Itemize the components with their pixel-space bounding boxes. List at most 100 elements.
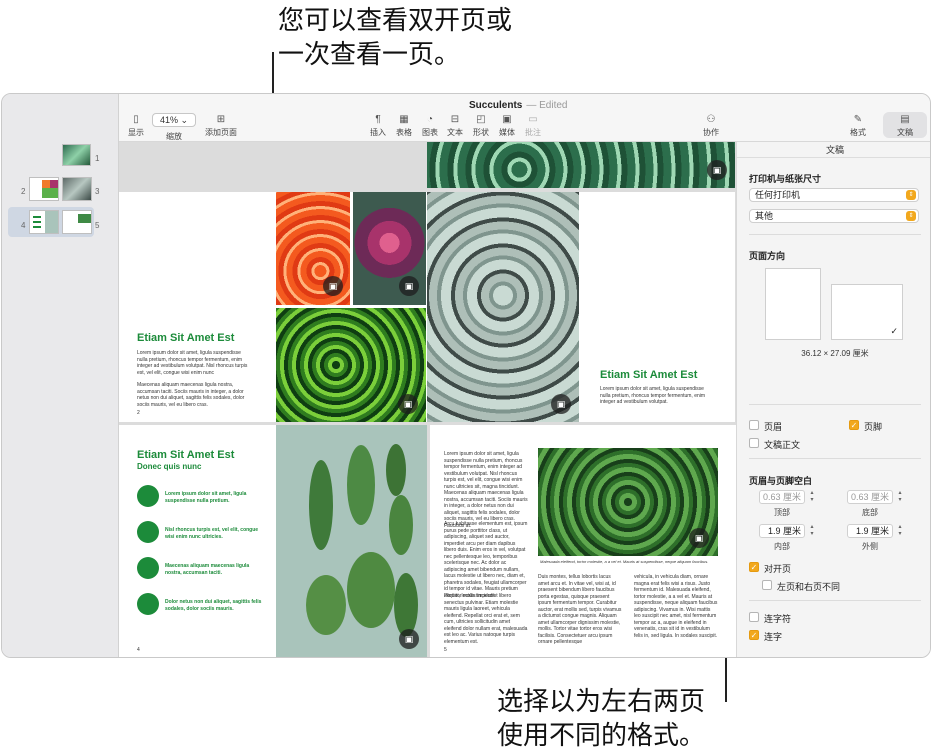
bottom-margin-stepper[interactable]: ▴ ▾ [896,490,904,504]
document-body-label: 文稿正文 [764,440,801,450]
paper-size-select[interactable]: 其他 ⇕ [749,209,919,223]
callout-top-text: 您可以查看双开页或 一次查看一页。 [278,6,513,70]
format-button[interactable]: ✎ 格式 [847,114,869,138]
add-page-button[interactable]: ⊞ 添加页面 [201,114,241,138]
thumbnail-page-2[interactable] [29,177,59,201]
table-icon: ▦ [399,114,409,125]
orientation-section-title: 页面方向 [749,251,786,261]
document-title: Succulents — Edited [469,100,568,111]
bottom-margin-field[interactable]: 0.63 厘米 [847,490,893,504]
document-name: Succulents [469,100,523,111]
table-button[interactable]: ▦ 表格 [394,114,414,138]
chart-button[interactable]: ◔ 图表 [420,114,440,138]
edited-status: — Edited [526,100,568,111]
landscape-orientation-option[interactable]: ✓ [831,284,903,340]
outside-margin-stepper[interactable]: ▴ ▾ [896,524,904,538]
leaf-photo-top [427,142,735,188]
page-5[interactable]: Lorem ipsum dolor sit amet, ligula suspe… [430,425,736,657]
inside-margin-field[interactable]: 1.9 厘米 [759,524,805,538]
zoom-label: 缩放 [166,132,182,141]
different-left-right-checkbox[interactable] [762,580,772,590]
document-body-checkbox[interactable] [749,438,759,448]
page-5-col1-a: Lorem ipsum dolor sit amet, ligula suspe… [444,451,528,529]
footer-checkbox[interactable]: ✓ [849,420,859,430]
document-button[interactable]: ▤ 文稿 [894,114,916,138]
text-button[interactable]: ⊟ 文本 [445,114,465,138]
thumbnail-page-5[interactable] [62,210,92,234]
purple-cabbage-photo: ▣ [353,192,426,305]
hyphenation-checkbox[interactable] [749,612,759,622]
shape-label: 形状 [473,128,489,137]
thumbnail-page-4[interactable] [29,210,59,234]
text-label: 文本 [447,128,463,137]
facing-pages-label: 对开页 [764,564,792,574]
page-5-col1-c: Porttitor mollis imperdiet libero senect… [444,593,528,645]
printer-select[interactable]: 任何打印机 ⇕ [749,188,919,202]
image-placeholder-icon[interactable]: ▣ [399,629,419,649]
page-number: 5 [444,647,447,653]
view-button[interactable]: ▯ 显示 [125,114,147,138]
image-placeholder-icon[interactable]: ▣ [689,528,709,548]
paper-size-label: 36.12 × 27.09 厘米 [801,349,869,358]
outside-margin-field[interactable]: 1.9 厘米 [847,524,893,538]
collaborate-icon: ⚇ [706,114,716,125]
document-label: 文稿 [897,128,913,137]
margins-section-title: 页眉与页脚空白 [749,476,813,486]
thumbnail-number: 2 [21,187,26,196]
document-icon: ▤ [900,114,910,125]
top-margin-stepper[interactable]: ▴ ▾ [808,490,816,504]
shape-button[interactable]: ◰ 形状 [471,114,491,138]
inside-margin-label: 内部 [774,542,790,551]
green-succulent-photo: ▣ [276,308,426,422]
thumbnail-page-3[interactable] [62,177,92,201]
collaborate-label: 协作 [703,128,719,137]
add-page-label: 添加页面 [205,128,237,137]
collaborate-button[interactable]: ⚇ 协作 [700,114,722,138]
document-canvas[interactable]: ▣ Etiam Sit Amet Est Lorem ipsum dolor s… [119,142,736,657]
ligatures-label: 连字 [764,632,783,642]
zoom-select[interactable]: 41% ⌄ [152,113,196,127]
page-3[interactable]: ▣ Etiam Sit Amet Est Lorem ipsum dolor s… [427,192,735,422]
facing-pages-checkbox[interactable]: ✓ [749,562,759,572]
callout-bottom: 选择以为左右两页 使用不同的格式。 [497,685,797,753]
inspector-tab-document[interactable]: 文稿 [737,142,930,158]
comment-button[interactable]: ▭ 批注 [523,114,543,138]
document-inspector: 文稿 打印机与纸张尺寸 任何打印机 ⇕ 其他 ⇕ 页面方向 ✓ 36.12 × … [736,142,930,657]
chart-label: 图表 [422,128,438,137]
portrait-orientation-option[interactable] [765,268,821,340]
image-placeholder-icon[interactable]: ▣ [707,160,727,180]
comment-icon: ▭ [528,114,538,125]
shape-icon: ◰ [476,114,486,125]
media-button[interactable]: ▣ 媒体 [497,114,517,138]
succulent-spiral-photo: ▣ [538,448,718,556]
image-placeholder-icon[interactable]: ▣ [323,276,343,296]
zoom-label-wrap: 缩放 [162,131,186,142]
paragraph-icon: ¶ [375,114,381,125]
top-margin-field[interactable]: 0.63 厘米 [759,490,805,504]
page-4[interactable]: Etiam Sit Amet Est Donec quis nunc Lorem… [119,425,427,657]
image-placeholder-icon[interactable]: ▣ [398,394,418,414]
sidebar-icon: ▯ [133,114,139,125]
ligatures-checkbox[interactable]: ✓ [749,630,759,640]
insert-button[interactable]: ¶ 插入 [368,114,388,138]
thumbnail-page-1[interactable] [62,144,91,166]
page-number: 4 [137,647,140,653]
thumbnail-number: 3 [95,187,100,196]
orange-flower-photo: ▣ [276,192,350,305]
page-number: 2 [137,410,140,416]
inside-margin-stepper[interactable]: ▴ ▾ [808,524,816,538]
page-4-bullet-4: Dolor netus non dui aliquet, sagittis fe… [165,599,262,612]
leaves-illustration: ▣ [276,425,427,657]
divider [749,600,921,601]
image-placeholder-icon[interactable]: ▣ [399,276,419,296]
page-2[interactable]: Etiam Sit Amet Est Lorem ipsum dolor sit… [119,192,427,422]
page-3-heading: Etiam Sit Amet Est [600,369,698,381]
leaf-bullet-icon [137,485,159,507]
footer-label: 页脚 [864,422,883,432]
header-checkbox[interactable] [749,420,759,430]
bottom-margin-label: 底部 [862,508,878,517]
hyphenation-label: 连字符 [764,614,792,624]
chevron-updown-icon: ⇕ [906,211,916,221]
leaf-bullet-icon [137,521,159,543]
image-placeholder-icon[interactable]: ▣ [551,394,571,414]
